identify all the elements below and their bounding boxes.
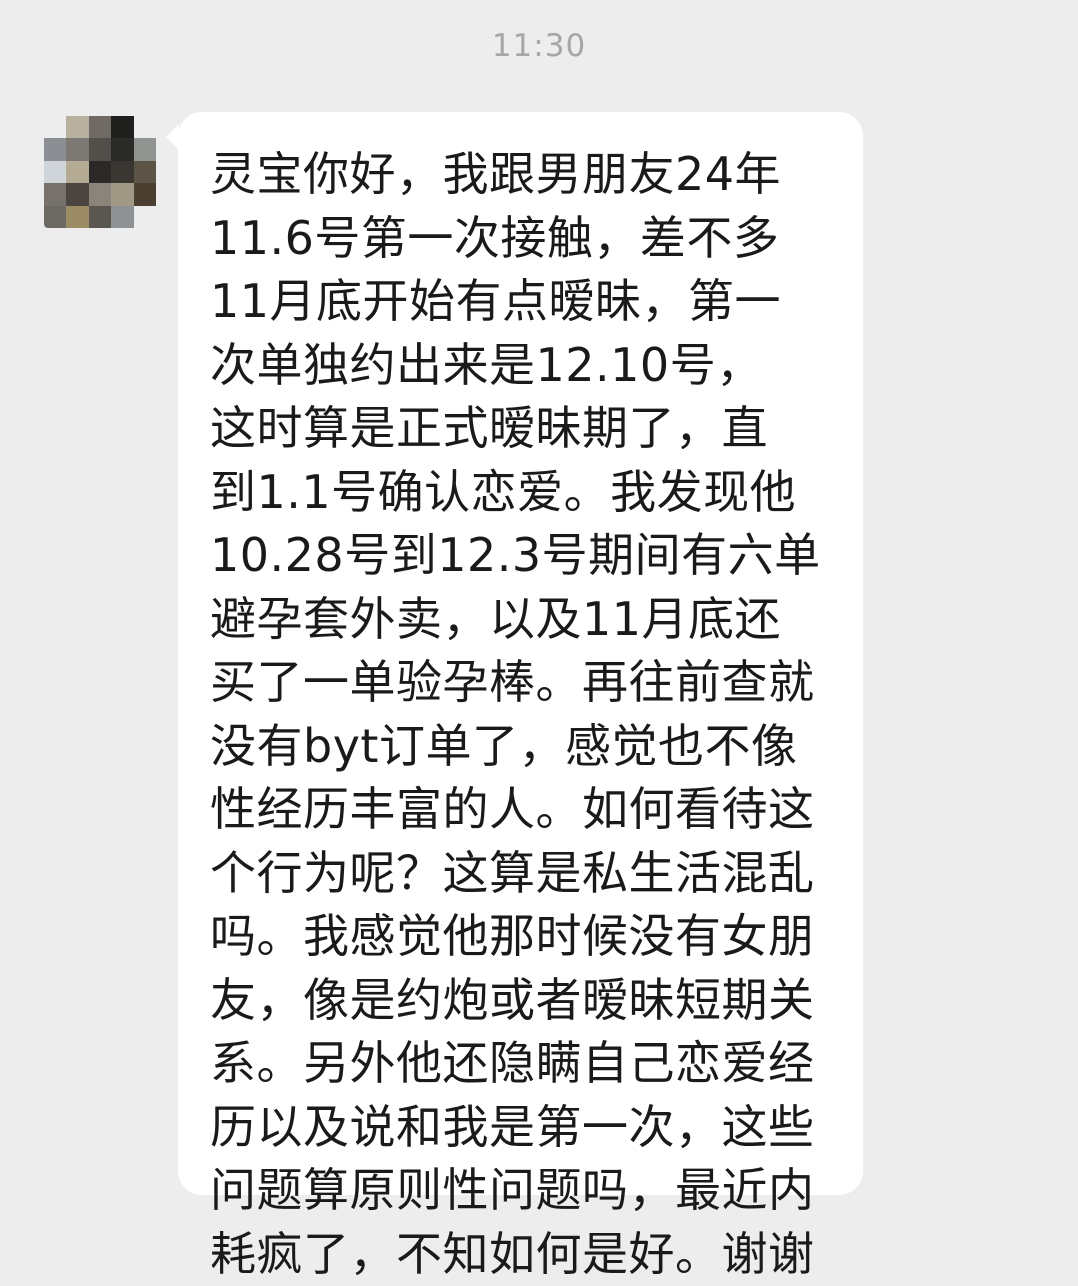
avatar-pixel: [134, 116, 156, 138]
avatar-pixel: [89, 138, 111, 160]
sender-avatar[interactable]: [44, 116, 156, 228]
avatar-pixel: [111, 161, 133, 183]
message-line: 吗。我感觉他那时候没有女朋: [210, 905, 850, 969]
avatar-pixel: [111, 138, 133, 160]
message-line: 历以及说和我是第一次，这些: [210, 1096, 850, 1160]
message-line: 到1.1号确认恋爱。我发现他: [210, 461, 850, 525]
message-line: 性经历丰富的人。如何看待这: [210, 778, 850, 842]
message-timestamp: 11:30: [0, 24, 1078, 68]
message-line: 买了一单验孕棒。再往前查就: [210, 651, 850, 715]
message-line: 11月底开始有点暧昧，第一: [210, 270, 850, 334]
message-line: 10.28号到12.3号期间有六单: [210, 524, 850, 588]
avatar-pixel: [44, 116, 66, 138]
message-line: 这时算是正式暧昧期了，直: [210, 397, 850, 461]
avatar-pixel: [134, 138, 156, 160]
avatar-pixel: [134, 206, 156, 228]
message-line: 次单独约出来是12.10号，: [210, 334, 850, 398]
avatar-pixel: [66, 183, 88, 205]
avatar-pixel: [134, 183, 156, 205]
avatar-pixel: [44, 206, 66, 228]
message-line: 问题算原则性问题吗，最近内: [210, 1159, 850, 1223]
avatar-pixel: [44, 183, 66, 205]
message-line: 11.6号第一次接触，差不多: [210, 207, 850, 271]
message-line: 系。另外他还隐瞒自己恋爱经: [210, 1032, 850, 1096]
avatar-pixel: [89, 116, 111, 138]
message-text: 灵宝你好，我跟男朋友24年 11.6号第一次接触，差不多 11月底开始有点暧昧，…: [210, 143, 850, 1286]
avatar-pixel: [66, 161, 88, 183]
avatar-pixel: [66, 116, 88, 138]
avatar-pixel: [89, 206, 111, 228]
avatar-pixel: [89, 161, 111, 183]
avatar-pixel: [111, 206, 133, 228]
avatar-pixel: [66, 206, 88, 228]
message-line: 灵宝你好，我跟男朋友24年: [210, 143, 850, 207]
message-line: 避孕套外卖，以及11月底还: [210, 588, 850, 652]
avatar-pixel: [111, 183, 133, 205]
avatar-pixel: [66, 138, 88, 160]
avatar-pixel: [44, 161, 66, 183]
avatar-pixel: [44, 138, 66, 160]
message-line: 耗疯了，不知如何是好。谢谢: [210, 1223, 850, 1286]
avatar-pixel: [89, 183, 111, 205]
avatar-pixel: [111, 116, 133, 138]
message-line: 个行为呢？这算是私生活混乱: [210, 842, 850, 906]
message-line: 友，像是约炮或者暧昧短期关: [210, 969, 850, 1033]
message-line: 没有byt订单了，感觉也不像: [210, 715, 850, 779]
avatar-pixel: [134, 161, 156, 183]
